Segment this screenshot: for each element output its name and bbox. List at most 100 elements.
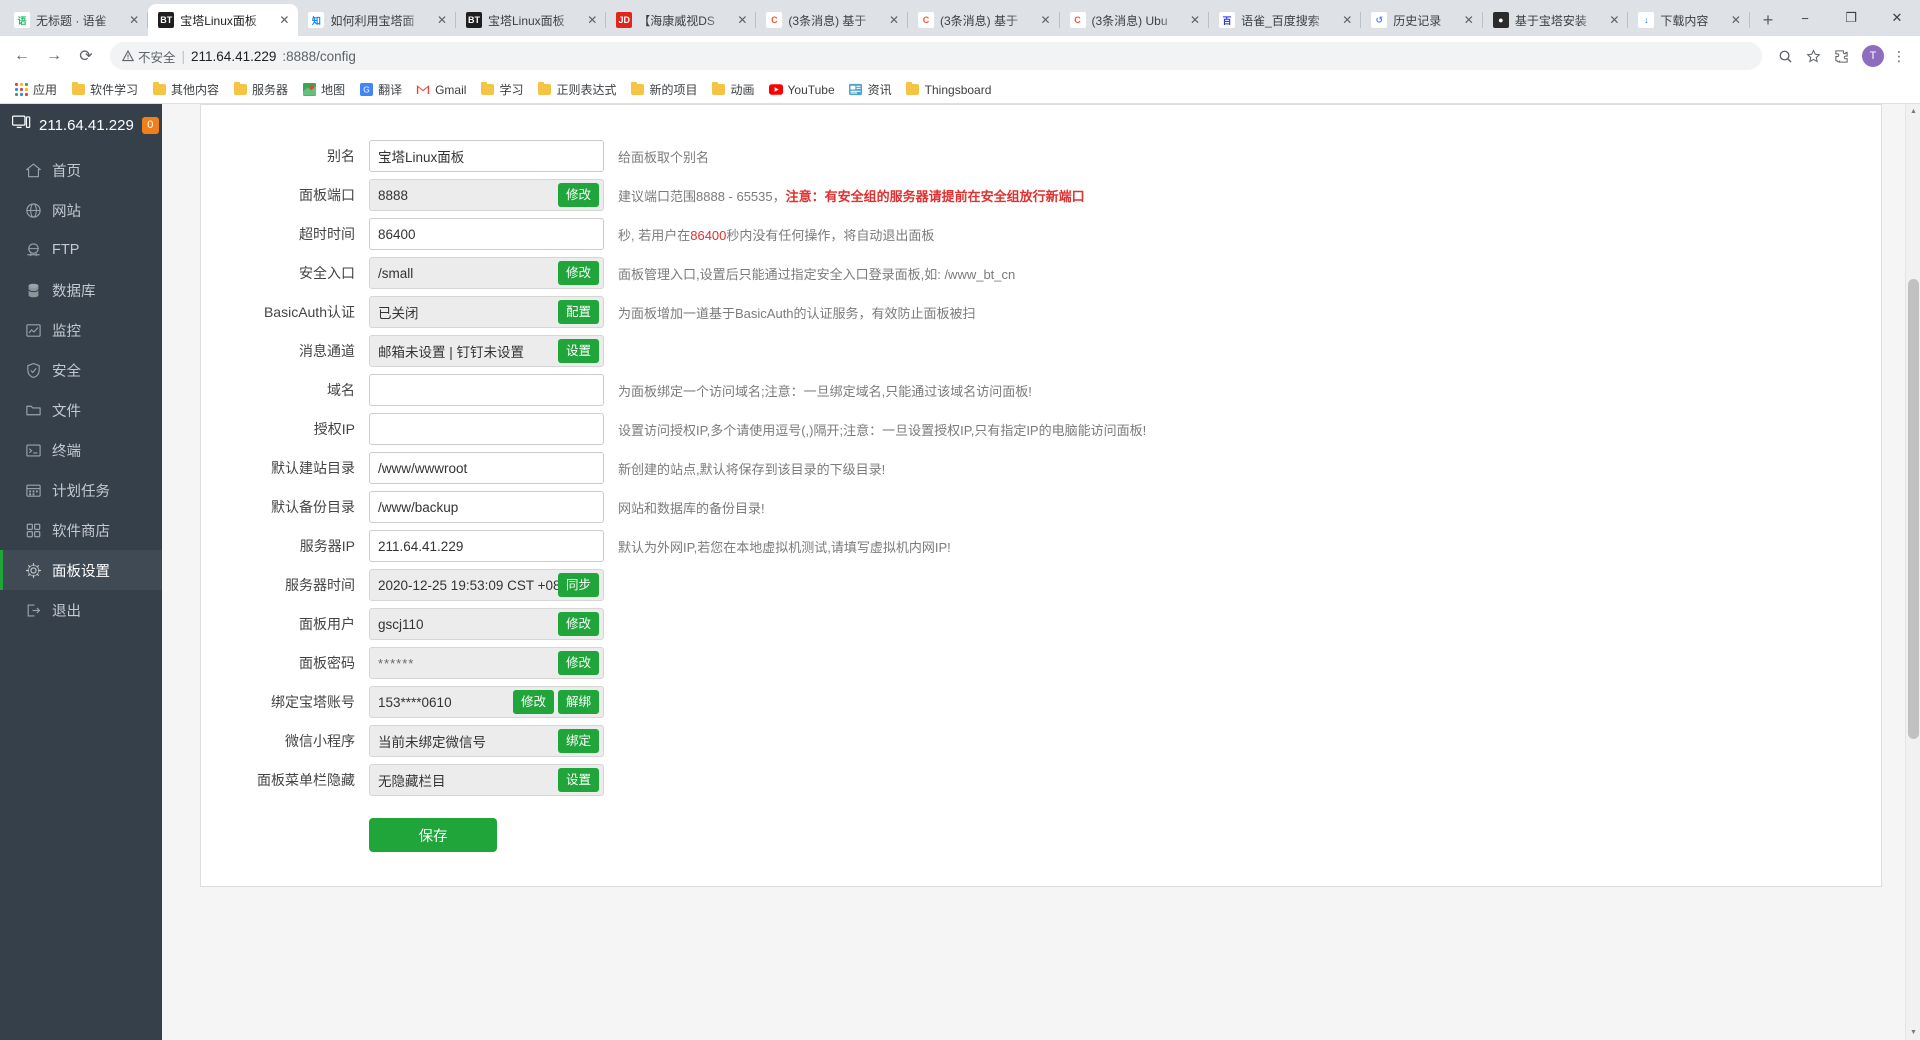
new-tab-button[interactable]: + [1754, 6, 1782, 34]
not-secure-warning-icon[interactable]: 不安全 [122, 47, 176, 66]
row-action-button[interactable]: 修改 [558, 612, 599, 636]
sidebar-item-9[interactable]: 计划任务 [0, 470, 162, 510]
row-input[interactable]: 2020-12-25 19:53:09 CST +0800同步 [369, 569, 604, 601]
bookmark-item[interactable]: 资讯 [843, 79, 898, 100]
bookmark-item[interactable]: 正则表达式 [531, 79, 622, 100]
row-action-button[interactable]: 设置 [558, 339, 599, 363]
row-input[interactable]: /www/backup [369, 491, 604, 523]
bookmark-item[interactable]: 地图 [296, 79, 351, 100]
sidebar-item-8[interactable]: 终端 [0, 430, 162, 470]
row-action-button[interactable]: 设置 [558, 768, 599, 792]
reload-button[interactable]: ⟳ [72, 42, 100, 70]
browser-tab[interactable]: BT宝塔Linux面板✕ [148, 4, 298, 36]
browser-tab[interactable]: C(3条消息) 基于✕ [908, 4, 1060, 36]
bookmark-item[interactable]: 学习 [474, 79, 529, 100]
sidebar-item-11[interactable]: 面板设置 [0, 550, 162, 590]
bookmark-item[interactable]: Gmail [410, 81, 472, 99]
row-action-button[interactable]: 修改 [558, 651, 599, 675]
browser-tab[interactable]: 语无标题 · 语雀✕ [4, 4, 148, 36]
sidebar-item-1[interactable]: 首页 [0, 150, 162, 190]
row-action-button[interactable]: 修改 [558, 261, 599, 285]
tab-close-icon[interactable]: ✕ [1606, 12, 1622, 28]
sidebar-item-4[interactable]: 数据库 [0, 270, 162, 310]
maximize-button[interactable]: ❐ [1828, 2, 1874, 34]
row-input[interactable]: 无隐藏栏目设置 [369, 764, 604, 796]
sidebar-notification-badge[interactable]: 0 [142, 117, 159, 134]
row-action-button[interactable]: 配置 [558, 300, 599, 324]
tab-close-icon[interactable]: ✕ [1038, 12, 1054, 28]
row-label: 默认备份目录 [201, 497, 369, 517]
bookmark-item[interactable]: 应用 [8, 79, 63, 100]
bookmark-item[interactable]: 其他内容 [146, 79, 225, 100]
scroll-up-arrow[interactable]: ▲ [1906, 104, 1920, 119]
row-action-button[interactable]: 修改 [513, 690, 554, 714]
row-input[interactable]: gscj110修改 [369, 608, 604, 640]
zoom-icon[interactable] [1772, 43, 1798, 69]
tab-close-icon[interactable]: ✕ [734, 12, 750, 28]
browser-tab[interactable]: 知如何利用宝塔面✕ [298, 4, 456, 36]
browser-tab[interactable]: C(3条消息) Ubu✕ [1060, 4, 1210, 36]
window-close-button[interactable]: ✕ [1874, 2, 1920, 34]
bookmark-item[interactable]: 动画 [705, 79, 760, 100]
tab-close-icon[interactable]: ✕ [1461, 12, 1477, 28]
row-input[interactable]: 当前未绑定微信号绑定 [369, 725, 604, 757]
browser-tab[interactable]: C(3条消息) 基于✕ [756, 4, 908, 36]
sidebar-item-10[interactable]: 软件商店 [0, 510, 162, 550]
row-action-button[interactable]: 解绑 [558, 690, 599, 714]
minimize-button[interactable]: − [1782, 2, 1828, 34]
extensions-icon[interactable] [1828, 43, 1854, 69]
row-action-button[interactable]: 修改 [558, 183, 599, 207]
row-input[interactable]: ******修改 [369, 647, 604, 679]
browser-menu-icon[interactable]: ⋮ [1886, 43, 1912, 69]
forward-button[interactable]: → [40, 42, 68, 70]
back-button[interactable]: ← [8, 42, 36, 70]
sidebar-item-7[interactable]: 文件 [0, 390, 162, 430]
tab-close-icon[interactable]: ✕ [434, 12, 450, 28]
row-input[interactable]: 86400 [369, 218, 604, 250]
browser-tab[interactable]: ↓下载内容✕ [1628, 4, 1750, 36]
tab-close-icon[interactable]: ✕ [886, 12, 902, 28]
row-input[interactable] [369, 413, 604, 445]
browser-tab[interactable]: 百语雀_百度搜索✕ [1209, 4, 1361, 36]
sidebar-item-12[interactable]: 退出 [0, 590, 162, 630]
tab-close-icon[interactable]: ✕ [1187, 12, 1203, 28]
sidebar-item-5[interactable]: 监控 [0, 310, 162, 350]
vertical-scrollbar[interactable]: ▲ ▼ [1905, 104, 1920, 1040]
browser-tab[interactable]: JD【海康威视DS✕ [606, 4, 756, 36]
sidebar-item-6[interactable]: 安全 [0, 350, 162, 390]
scrollbar-thumb[interactable] [1908, 279, 1919, 739]
bookmark-item[interactable]: Thingsboard [900, 81, 998, 99]
row-action-button[interactable]: 绑定 [558, 729, 599, 753]
bookmark-item[interactable]: 新的项目 [624, 79, 703, 100]
tab-close-icon[interactable]: ✕ [276, 12, 292, 28]
row-action-button[interactable]: 同步 [558, 573, 599, 597]
avatar[interactable]: T [1862, 45, 1884, 67]
row-input[interactable]: 211.64.41.229 [369, 530, 604, 562]
browser-tab[interactable]: BT宝塔Linux面板✕ [456, 4, 606, 36]
bookmark-item[interactable]: YouTube [763, 81, 841, 99]
browser-tab[interactable]: ●基于宝塔安装✕ [1483, 4, 1629, 36]
tab-close-icon[interactable]: ✕ [126, 12, 142, 28]
save-button[interactable]: 保存 [369, 818, 497, 852]
address-bar[interactable]: 不安全 | 211.64.41.229:8888/config [110, 42, 1762, 70]
bookmark-item[interactable]: 软件学习 [65, 79, 144, 100]
tab-close-icon[interactable]: ✕ [1339, 12, 1355, 28]
row-input[interactable]: 153****0610修改解绑 [369, 686, 604, 718]
bookmark-item[interactable]: 服务器 [227, 79, 294, 100]
row-input[interactable]: /small修改 [369, 257, 604, 289]
row-input[interactable]: 8888修改 [369, 179, 604, 211]
row-input[interactable] [369, 374, 604, 406]
sidebar-item-2[interactable]: 网站 [0, 190, 162, 230]
row-input[interactable]: 已关闭配置 [369, 296, 604, 328]
row-input[interactable]: /www/wwwroot [369, 452, 604, 484]
browser-tab[interactable]: ↺历史记录✕ [1361, 4, 1483, 36]
scroll-down-arrow[interactable]: ▼ [1906, 1025, 1920, 1040]
tab-close-icon[interactable]: ✕ [584, 12, 600, 28]
row-input[interactable]: 宝塔Linux面板 [369, 140, 604, 172]
row-input[interactable]: 邮箱未设置 | 钉钉未设置设置 [369, 335, 604, 367]
bookmark-item[interactable]: G翻译 [353, 79, 408, 100]
tab-close-icon[interactable]: ✕ [1728, 12, 1744, 28]
form-row: 默认建站目录/www/wwwroot新创建的站点,默认将保存到该目录的下级目录! [201, 452, 1881, 484]
sidebar-item-3[interactable]: FTP [0, 230, 162, 270]
bookmark-star-icon[interactable] [1800, 43, 1826, 69]
